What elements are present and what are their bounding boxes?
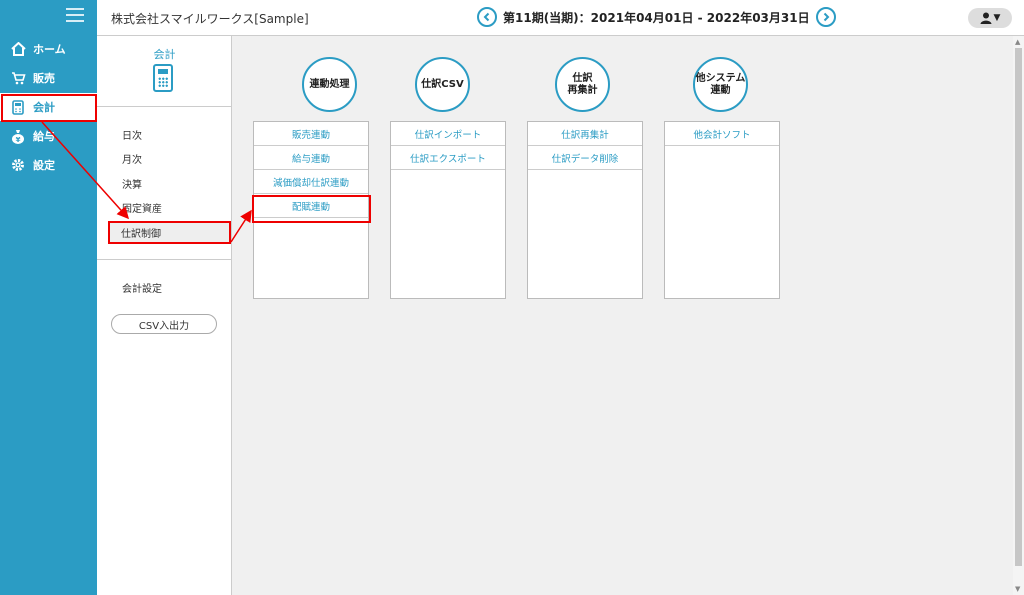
link-journal-data-delete[interactable]: 仕訳データ削除 (528, 146, 642, 170)
calculator-icon (153, 64, 173, 92)
link-journal-import[interactable]: 仕訳インポート (391, 122, 505, 146)
csv-io-button[interactable]: CSV入出力 (111, 314, 217, 334)
chevron-left-icon (483, 12, 490, 22)
svg-text:¥: ¥ (16, 136, 21, 144)
link-journal-export[interactable]: 仕訳エクスポート (391, 146, 505, 170)
highlight-box-journal-control (108, 221, 231, 244)
vertical-scrollbar[interactable]: ▲ ▼ (1013, 36, 1024, 595)
group-title-journal-csv: 仕訳CSV (415, 57, 470, 112)
highlight-box-allocation (252, 195, 371, 223)
divider (97, 106, 232, 107)
group-box-journal-csv: 仕訳インポート 仕訳エクスポート (390, 121, 506, 299)
nav-item-payroll[interactable]: ¥ 給与 (0, 122, 97, 150)
scrollbar-thumb[interactable] (1015, 48, 1022, 566)
accounting-submenu: 会計 日次 月次 決算 固定資産 仕訳制御 会計設定 CSV入出力 (97, 36, 232, 595)
submenu-item-fixed-assets[interactable]: 固定資産 (109, 197, 231, 217)
scroll-down-icon[interactable]: ▼ (1015, 585, 1020, 593)
prev-period-button[interactable] (477, 7, 497, 27)
nav-item-label: 給与 (33, 130, 55, 143)
submenu-title: 会計 (153, 48, 176, 61)
link-sales-linkage[interactable]: 販売連動 (254, 122, 368, 146)
group-title-linkage: 連動処理 (302, 57, 357, 112)
link-depreciation-linkage[interactable]: 減価償却仕訳連動 (254, 170, 368, 194)
submenu-item-daily[interactable]: 日次 (109, 124, 231, 144)
link-other-accounting-software[interactable]: 他会計ソフト (665, 122, 779, 146)
highlight-box-accounting (1, 94, 97, 122)
chevron-right-icon (823, 12, 830, 22)
dropdown-caret-icon: ▼ (993, 13, 1001, 23)
nav-item-label: 設定 (33, 159, 55, 172)
period-selector: 第11期(当期)：2021年04月01日 - 2022年03月31日 (477, 7, 836, 27)
user-menu-button[interactable]: ▼ (968, 8, 1012, 28)
cart-icon (10, 70, 26, 86)
nav-item-home[interactable]: ホーム (0, 35, 97, 63)
group-box-other-systems: 他会計ソフト (664, 121, 780, 299)
nav-item-label: ホーム (33, 43, 66, 56)
company-name: 株式会社スマイルワークス[Sample] (111, 12, 309, 26)
group-title-journal-recalc: 仕訳 再集計 (555, 57, 610, 112)
period-label: 第11期(当期)：2021年04月01日 - 2022年03月31日 (503, 10, 810, 25)
next-period-button[interactable] (815, 7, 836, 27)
link-journal-recalc[interactable]: 仕訳再集計 (528, 122, 642, 146)
home-icon (10, 41, 26, 57)
nav-item-settings[interactable]: 設定 (0, 151, 97, 179)
divider (97, 259, 232, 260)
user-icon (980, 12, 992, 24)
money-bag-icon: ¥ (10, 128, 26, 144)
hamburger-menu-icon[interactable] (66, 8, 84, 24)
nav-item-label: 販売 (33, 72, 55, 85)
link-payroll-linkage[interactable]: 給与連動 (254, 146, 368, 170)
submenu-item-closing[interactable]: 決算 (109, 173, 231, 193)
gear-icon (10, 157, 26, 173)
submenu-item-accounting-settings[interactable]: 会計設定 (109, 277, 231, 297)
submenu-item-monthly[interactable]: 月次 (109, 148, 231, 168)
nav-item-sales[interactable]: 販売 (0, 64, 97, 92)
group-title-other-systems: 他システム 連動 (693, 57, 748, 112)
header-bar: 株式会社スマイルワークス[Sample] 第11期(当期)：2021年04月01… (97, 0, 1024, 36)
scroll-up-icon[interactable]: ▲ (1015, 38, 1020, 46)
group-box-journal-recalc: 仕訳再集計 仕訳データ削除 (527, 121, 643, 299)
left-nav: ホーム 販売 会計 ¥ 給与 設定 (0, 0, 97, 595)
main-content: 連動処理 販売連動 給与連動 減価償却仕訳連動 配賦連動 仕訳CSV 仕訳インポ… (232, 36, 1013, 595)
